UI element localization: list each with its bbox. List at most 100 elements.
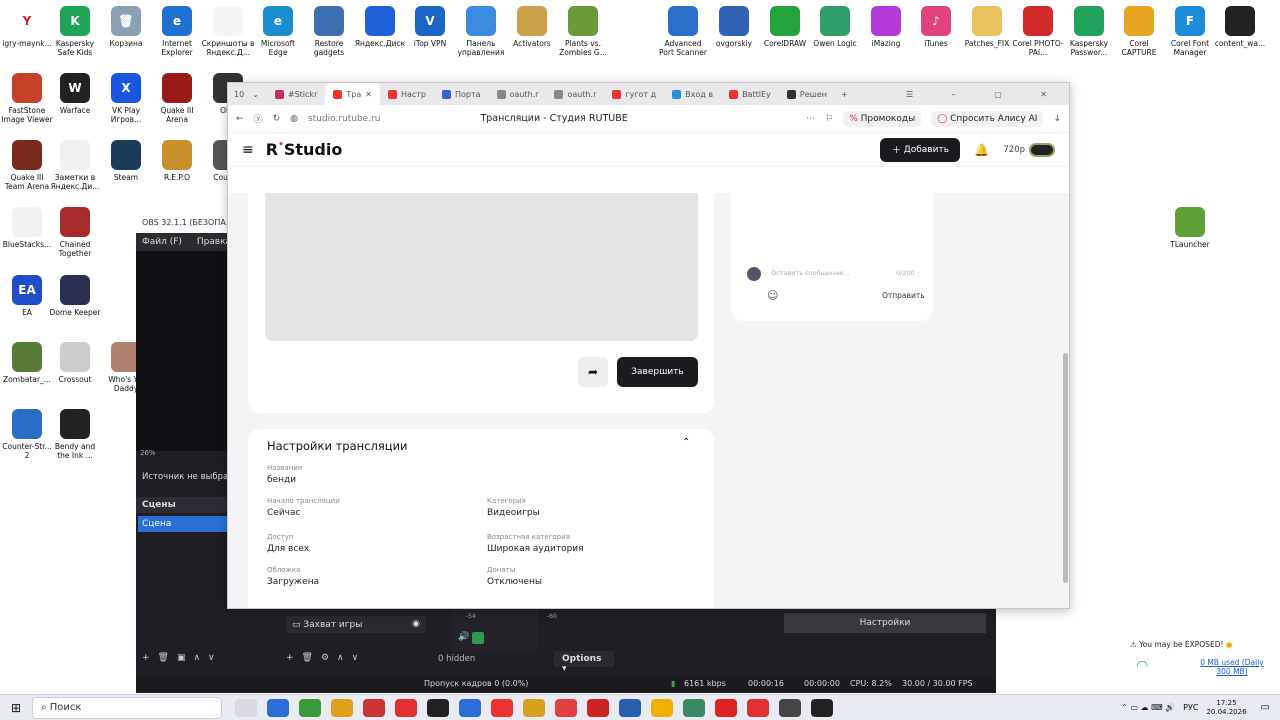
browser-tab[interactable]: oauth.r [489,83,547,105]
desktop-icon[interactable]: Dome Keeper [48,275,102,317]
desktop-icon[interactable]: R.E.P.O [150,140,204,182]
taskbar-app-icon[interactable] [427,698,449,717]
desktop-icon[interactable]: BlueStacks... [0,207,54,249]
browser-tab[interactable]: гугот д [604,83,664,105]
reload-icon[interactable]: ↻ [273,114,281,124]
taskbar-app-icon[interactable] [715,698,737,717]
taskbar-app-icon[interactable] [619,698,641,717]
vpn-notification[interactable]: ⚠ You may be EXPOSED! ● ◠ 0 MB used (Dai… [1126,638,1274,684]
desktop-icon[interactable]: Plants vs. Zombies G... [556,6,610,57]
promo-button[interactable]: % Промокоды [843,110,922,127]
back-icon[interactable]: ← [236,114,244,124]
desktop-icon[interactable]: Corel CAPTURE [1112,6,1166,57]
taskbar-app-icon[interactable] [491,698,513,717]
obs-source-row[interactable]: ▭ Захват игры ◉ [286,616,426,633]
tray-icons[interactable]: ⌃ ▭ ☁ ⌨ 🔊 [1121,703,1175,712]
desktop-icon[interactable]: iMazing [859,6,913,48]
avatar[interactable] [1029,142,1055,157]
url-text[interactable]: studio.rutube.ru [308,114,381,124]
start-icon[interactable]: ⊞ [0,701,32,715]
desktop-icon[interactable]: ♪ iTunes [909,6,963,48]
desktop-icon[interactable]: Скриншоты в Яндекс.Д... [201,6,255,57]
taskbar-app-icon[interactable] [363,698,385,717]
taskbar-app-icon[interactable] [235,698,257,717]
browser-tab[interactable]: Тра ✕ [325,83,380,105]
obs-scene-item[interactable]: Сцена [138,516,227,532]
bookmark-icon[interactable]: ⚐ [825,114,833,124]
share-icon[interactable]: ➦ [578,357,608,387]
desktop-icon[interactable]: TLauncher [1163,207,1217,249]
logo[interactable]: R•Studio [266,140,343,159]
desktop-icon[interactable]: Yigry-maynk... [0,6,54,48]
chat-send-button[interactable]: Отправить [882,291,925,300]
taskbar-app-icon[interactable] [459,698,481,717]
obs-source-controls[interactable]: +🗑⚙∧∨ [286,653,366,663]
browser-tab[interactable]: oauth.r [546,83,604,105]
taskbar-app-icon[interactable] [651,698,673,717]
obs-menu-file[interactable]: Файл (F) [142,237,182,247]
desktop-icon[interactable]: Quake III Team Arena [0,140,54,191]
desktop-icon[interactable]: Quake III Arena [150,73,204,124]
desktop-icon[interactable]: K Kaspersky Safe Kids [48,6,102,57]
desktop-icon[interactable]: X VK Play Игров... [99,73,153,124]
desktop-icon[interactable]: Заметки в Яндекс.Ди... [48,140,102,191]
desktop-icon[interactable]: content_wa... [1213,6,1267,48]
chevron-down-icon[interactable]: ⌄ [252,90,259,99]
obs-options-button[interactable]: Options ▾ [554,651,614,674]
add-button[interactable]: ＋ Добавить [880,137,961,162]
desktop-icon[interactable]: F Corel Font Manager [1163,6,1217,57]
taskbar-app-icon[interactable] [779,698,801,717]
close-icon[interactable]: ✕ [365,90,372,99]
window-controls[interactable]: ☰ – ▢ ✕ [906,90,1069,99]
desktop-icon[interactable]: Панель управления [454,6,508,57]
browser-tab[interactable]: Вход в [664,83,721,105]
desktop-icon[interactable]: Patches_FIX [960,6,1014,48]
taskbar-app-icon[interactable] [683,698,705,717]
chevron-up-icon[interactable]: ⌃ [682,437,690,448]
taskbar-app-icon[interactable] [395,698,417,717]
emoji-icon[interactable]: ☺ [767,289,778,302]
desktop-icon[interactable]: Advanced Port Scanner [656,6,710,57]
desktop-icon[interactable]: CorelDRAW [758,6,812,48]
speaker-icon[interactable]: 🔊 [458,632,469,642]
desktop-icon[interactable]: Chained Together [48,207,102,258]
desktop-icon[interactable]: Kaspersky Passwor... [1062,6,1116,57]
desktop-icon[interactable]: Bendy and the Ink ... [48,409,102,460]
taskbar-app-icon[interactable] [747,698,769,717]
obs-settings-button[interactable]: Настройки [784,613,986,633]
taskbar-app-icon[interactable] [267,698,289,717]
download-icon[interactable]: ↓ [1053,114,1061,124]
browser-tab[interactable]: BattlEy [721,83,779,105]
yandex-home-icon[interactable]: ⓨ [254,112,263,125]
browser-tab[interactable]: Порта [434,83,489,105]
taskbar-app-icon[interactable] [555,698,577,717]
taskbar-app-icon[interactable] [523,698,545,717]
desktop-icon[interactable]: Zombatar_... [0,342,54,384]
bell-icon[interactable]: 🔔 [974,143,989,157]
obs-scene-controls[interactable]: +🗑▣∧∨ [142,653,223,663]
desktop-icon[interactable]: e Internet Explorer [150,6,204,57]
clock[interactable]: 17:25 20.04.2026 [1206,699,1246,717]
desktop-icon[interactable]: ViTop VPN [403,6,457,48]
desktop-icon[interactable]: 🗑 Корзина [99,6,153,48]
eye-icon[interactable]: ◉ [412,619,420,629]
desktop-icon[interactable]: Corel PHOTO-PAI... [1011,6,1065,57]
desktop-icon[interactable]: e Microsoft Edge [251,6,305,57]
taskbar-app-icon[interactable] [587,698,609,717]
desktop-icon[interactable]: Counter-Str... 2 [0,409,54,460]
desktop-icon[interactable]: W Warface [48,73,102,115]
browser-tab[interactable]: Решен [779,83,835,105]
menu-icon[interactable]: ≡ [242,142,254,158]
lang-indicator[interactable]: РУС [1183,703,1198,712]
more-icon[interactable]: ⋯ [806,114,815,124]
monitor-icon[interactable] [472,632,484,644]
alice-button[interactable]: ◯ Спросить Алису AI [931,110,1044,127]
finish-button[interactable]: Завершить [617,357,698,387]
browser-tab[interactable]: #Stickr [267,83,325,105]
desktop-icon[interactable]: FastStone Image Viewer [0,73,54,124]
desktop-icon[interactable]: Restore gadgets [302,6,356,57]
search-box[interactable]: ⌕ Поиск [32,696,222,719]
desktop-icon[interactable]: Яндекс.Диск [353,6,407,48]
tab-count[interactable]: 10 [234,90,244,99]
new-tab-icon[interactable]: + [841,90,848,99]
